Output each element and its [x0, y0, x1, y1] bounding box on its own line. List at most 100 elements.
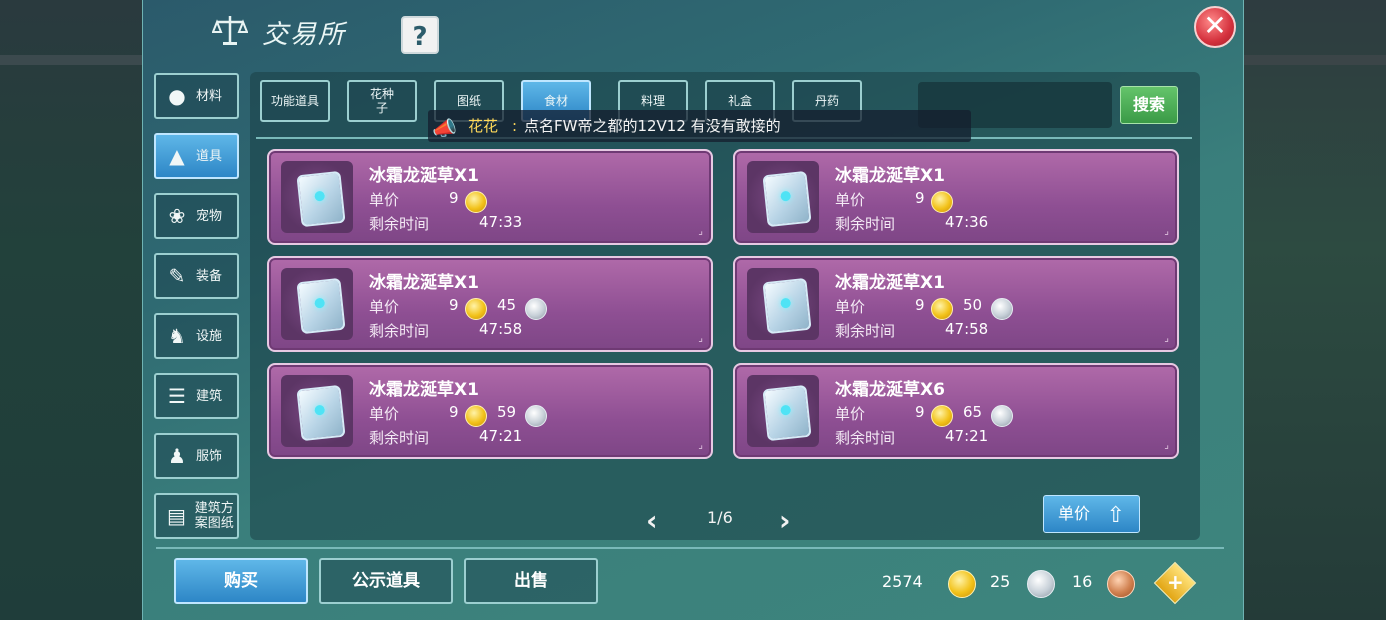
plus-icon: +	[1166, 570, 1184, 595]
listing-card[interactable]: 冰霜龙涎草X1 单价 9 剩余时间 47:36 ⌟	[733, 149, 1179, 245]
sidebar-item-tools[interactable]: ▲ 道具	[154, 133, 239, 179]
tool-icon: ▲	[169, 144, 185, 168]
ticker-separator: :	[512, 117, 518, 135]
prev-page-button[interactable]: ‹	[646, 504, 658, 537]
sidebar-item-clothing[interactable]: ♟ 服饰	[154, 433, 239, 479]
gold-coin-icon	[465, 191, 487, 213]
corner-mark-icon: ⌟	[1164, 440, 1169, 451]
sidebar-item-equipment[interactable]: ✎ 装备	[154, 253, 239, 299]
page-title: 交易所	[262, 20, 347, 50]
time-label: 剩余时间	[835, 215, 896, 233]
price-label: 单价	[835, 405, 866, 423]
tab-functional-items[interactable]: 功能道具	[260, 80, 330, 122]
frost-herb-icon	[762, 277, 812, 335]
item-thumbnail	[747, 375, 819, 447]
gold-coin-icon	[465, 405, 487, 427]
frost-herb-icon	[762, 384, 812, 442]
materials-icon: ●	[168, 84, 186, 108]
listing-card[interactable]: 冰霜龙涎草X1 单价 9 59 剩余时间 47:21 ⌟	[267, 363, 713, 459]
item-thumbnail	[281, 161, 353, 233]
sidebar-item-blueprints[interactable]: ▤ 建筑方案图纸	[154, 493, 239, 539]
corner-mark-icon: ⌟	[698, 226, 703, 237]
time-remaining: 47:33	[479, 213, 523, 231]
listing-card[interactable]: 冰霜龙涎草X1 单价 9 45 剩余时间 47:58 ⌟	[267, 256, 713, 352]
paw-icon: ❀	[168, 204, 186, 228]
price-label: 单价	[835, 298, 866, 316]
item-name: 冰霜龙涎草X1	[835, 166, 945, 186]
ticker-sender: 花花	[468, 117, 499, 135]
divider	[156, 547, 1224, 549]
sort-label: 单价	[1058, 504, 1091, 523]
item-thumbnail	[281, 375, 353, 447]
silver-coin-icon	[991, 298, 1013, 320]
item-name: 冰霜龙涎草X1	[369, 273, 479, 293]
time-remaining: 47:36	[945, 213, 989, 231]
gold-balance: 2574	[882, 572, 923, 591]
sidebar-item-facilities[interactable]: ♞ 设施	[154, 313, 239, 359]
sell-button[interactable]: 出售	[464, 558, 598, 604]
corner-mark-icon: ⌟	[1164, 333, 1169, 344]
tab-label: 礼盒	[727, 94, 752, 108]
bronze-coin-icon	[1107, 570, 1135, 598]
price-label: 单价	[369, 191, 400, 209]
silver-balance: 25	[990, 572, 1011, 591]
silver-price: 45	[497, 296, 517, 314]
time-label: 剩余时间	[369, 215, 430, 233]
sidebar-item-buildings[interactable]: ☰ 建筑	[154, 373, 239, 419]
item-name: 冰霜龙涎草X1	[369, 380, 479, 400]
time-remaining: 47:58	[479, 320, 523, 338]
help-button[interactable]: ?	[401, 16, 439, 54]
building-icon: ☰	[168, 384, 186, 408]
listing-card[interactable]: 冰霜龙涎草X1 单价 9 剩余时间 47:33 ⌟	[267, 149, 713, 245]
item-thumbnail	[747, 161, 819, 233]
gold-coin-icon	[931, 191, 953, 213]
tab-label: 食材	[543, 94, 568, 108]
corner-mark-icon: ⌟	[698, 333, 703, 344]
price-label: 单价	[835, 191, 866, 209]
sidebar-item-label: 材料	[196, 88, 223, 104]
sidebar-item-label: 建筑	[196, 388, 223, 404]
listing-card[interactable]: 冰霜龙涎草X1 单价 9 50 剩余时间 47:58 ⌟	[733, 256, 1179, 352]
item-name: 冰霜龙涎草X1	[369, 166, 479, 186]
sort-by-price-button[interactable]: 单价 ⇧	[1043, 495, 1140, 533]
frost-herb-icon	[296, 277, 346, 335]
silver-coin-icon	[991, 405, 1013, 427]
time-remaining: 47:58	[945, 320, 989, 338]
item-name: 冰霜龙涎草X1	[835, 273, 945, 293]
price-label: 单价	[369, 405, 400, 423]
frost-herb-icon	[296, 384, 346, 442]
close-button[interactable]: ✕	[1194, 6, 1236, 48]
gold-price: 9	[449, 296, 459, 314]
price-label: 单价	[369, 298, 400, 316]
silver-coin-icon	[525, 405, 547, 427]
gold-coin-icon	[931, 405, 953, 427]
next-page-button[interactable]: ›	[779, 504, 791, 537]
gold-price: 9	[915, 403, 925, 421]
sidebar-item-materials[interactable]: ● 材料	[154, 73, 239, 119]
sidebar-item-pets[interactable]: ❀ 宠物	[154, 193, 239, 239]
time-label: 剩余时间	[835, 322, 896, 340]
corner-mark-icon: ⌟	[1164, 226, 1169, 237]
listing-card[interactable]: 冰霜龙涎草X6 单价 9 65 剩余时间 47:21 ⌟	[733, 363, 1179, 459]
sidebar-item-label: 装备	[196, 268, 223, 284]
equipment-icon: ✎	[168, 264, 186, 288]
sidebar-item-label: 建筑方案图纸	[194, 501, 234, 531]
time-label: 剩余时间	[369, 322, 430, 340]
search-button[interactable]: 搜索	[1120, 86, 1178, 124]
tab-label: 图纸	[456, 94, 481, 108]
public-items-button[interactable]: 公示道具	[319, 558, 453, 604]
item-name: 冰霜龙涎草X6	[835, 380, 945, 400]
scales-icon	[212, 16, 248, 45]
time-remaining: 47:21	[945, 427, 989, 445]
gold-price: 9	[915, 189, 925, 207]
frost-herb-icon	[296, 170, 346, 228]
bronze-balance: 16	[1072, 572, 1093, 591]
time-remaining: 47:21	[479, 427, 523, 445]
background-right	[1240, 0, 1386, 620]
tab-flower-seeds[interactable]: 花种子	[347, 80, 417, 122]
silver-coin-icon	[1027, 570, 1055, 598]
buy-button[interactable]: 购买	[174, 558, 308, 604]
gold-price: 9	[449, 189, 459, 207]
silver-price: 50	[963, 296, 983, 314]
gold-coin-icon	[948, 570, 976, 598]
